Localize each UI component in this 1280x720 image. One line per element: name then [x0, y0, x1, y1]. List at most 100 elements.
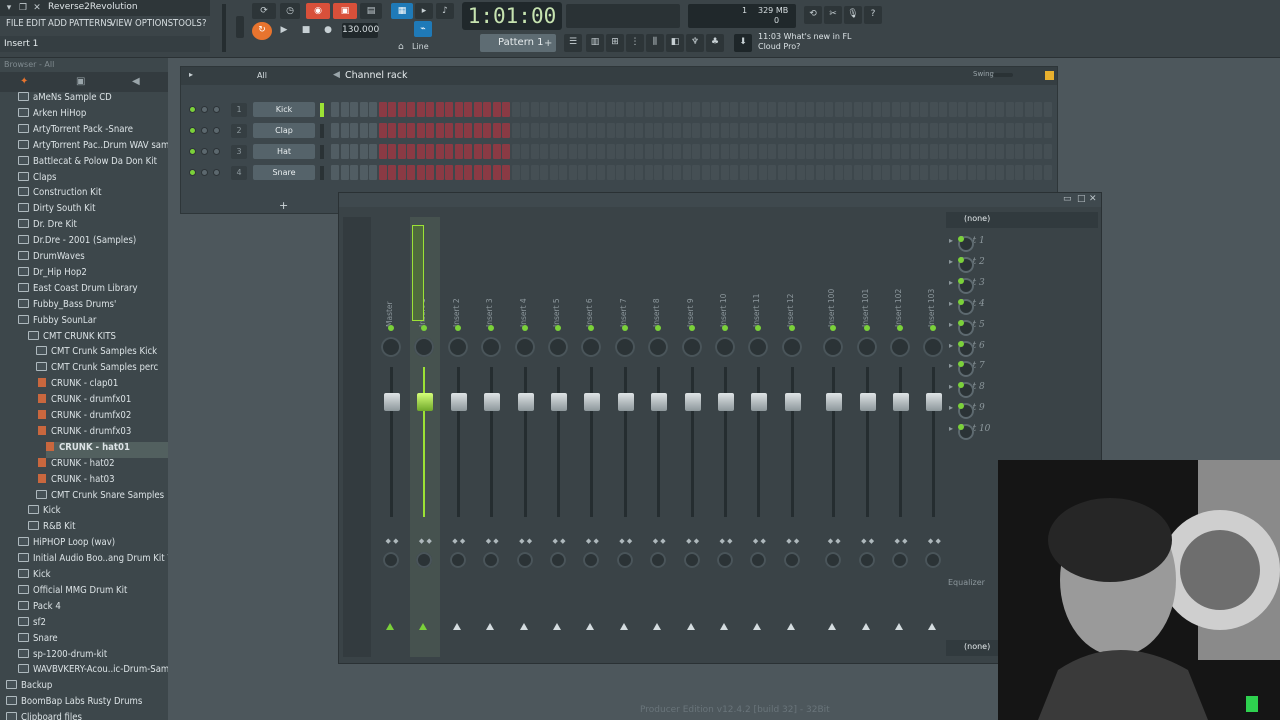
slot-enable-led[interactable]: [958, 256, 964, 263]
stop-button[interactable]: ■: [298, 22, 314, 40]
refresh-icon[interactable]: ⟲: [804, 6, 822, 24]
step-button[interactable]: [521, 165, 529, 180]
step-button[interactable]: [806, 102, 814, 117]
step-button[interactable]: [435, 144, 444, 159]
slot-arrow-icon[interactable]: ▸: [949, 278, 953, 287]
track-pan-knob[interactable]: [648, 337, 669, 357]
channel-mute-led[interactable]: [189, 106, 196, 113]
route-arrow-icon[interactable]: [828, 623, 837, 630]
channel-rack-icon[interactable]: ⋮: [626, 34, 644, 52]
step-button[interactable]: [378, 144, 387, 159]
route-arrow-icon[interactable]: [519, 623, 528, 630]
channel-volume-knob[interactable]: [213, 127, 220, 134]
track-enable-led[interactable]: [454, 325, 461, 331]
rack-menu-icon[interactable]: ▸: [189, 70, 193, 79]
track-enable-led[interactable]: [688, 325, 695, 331]
step-button[interactable]: [815, 165, 824, 180]
step-button[interactable]: [863, 165, 871, 180]
step-button[interactable]: [834, 123, 843, 138]
step-button[interactable]: [910, 102, 919, 117]
step-button[interactable]: [1043, 102, 1052, 117]
step-button[interactable]: [388, 102, 396, 117]
slot-enable-led[interactable]: [958, 319, 964, 326]
step-button[interactable]: [359, 144, 368, 159]
close-icon[interactable]: ✕: [32, 3, 42, 13]
track-enable-led[interactable]: [788, 325, 795, 331]
step-button[interactable]: [825, 165, 833, 180]
tempo-tap-icon[interactable]: ▸: [415, 3, 433, 19]
step-button[interactable]: [1015, 144, 1023, 159]
step-button[interactable]: [530, 123, 539, 138]
step-button[interactable]: [986, 165, 995, 180]
step-button[interactable]: [397, 165, 406, 180]
master-pitch-slider[interactable]: [236, 16, 244, 38]
step-button[interactable]: [654, 123, 662, 138]
menu-edit[interactable]: EDIT: [26, 18, 46, 29]
stereo-separation-knob[interactable]: [925, 552, 942, 568]
microphone-icon[interactable]: 🎙: [844, 6, 862, 24]
channel-volume-knob[interactable]: [213, 106, 220, 113]
route-arrow-icon[interactable]: [553, 623, 561, 630]
step-button[interactable]: [597, 123, 605, 138]
step-button[interactable]: [929, 102, 938, 117]
menu-help[interactable]: ?: [202, 18, 207, 29]
browser-file-item[interactable]: CRUNK - hat01: [46, 441, 168, 458]
step-button[interactable]: [426, 165, 434, 180]
mixer-track-strip[interactable]: Insert 100 ◆ ◆: [819, 217, 849, 657]
track-pan-knob[interactable]: [381, 337, 401, 357]
step-button[interactable]: [445, 102, 453, 117]
step-button[interactable]: [739, 102, 748, 117]
step-button[interactable]: [483, 144, 491, 159]
step-button[interactable]: [559, 102, 567, 117]
browser-folder-item[interactable]: Dirty South Kit: [18, 203, 168, 219]
step-button[interactable]: [663, 123, 672, 138]
step-button[interactable]: [701, 165, 710, 180]
step-button[interactable]: [777, 165, 786, 180]
step-button[interactable]: [1024, 144, 1033, 159]
slot-arrow-icon[interactable]: ▸: [949, 424, 953, 433]
step-button[interactable]: [540, 102, 548, 117]
step-button[interactable]: [787, 102, 795, 117]
menu-file[interactable]: FILE: [6, 18, 24, 29]
step-button[interactable]: [454, 144, 463, 159]
browser-file-item[interactable]: CRUNK - clap01: [38, 378, 168, 394]
channel-pan-knob[interactable]: [201, 169, 208, 176]
step-button[interactable]: [920, 144, 928, 159]
step-button[interactable]: [331, 123, 339, 138]
step-button[interactable]: [749, 123, 757, 138]
plugin-database-icon[interactable]: ♆: [686, 34, 704, 52]
step-button[interactable]: [910, 123, 919, 138]
step-button[interactable]: [359, 123, 368, 138]
track-pan-knob[interactable]: [548, 337, 568, 357]
browser-folder-item[interactable]: ArtyTorrent Pac..Drum WAV samples: [18, 139, 168, 156]
step-button[interactable]: [701, 123, 710, 138]
browser-folder-item[interactable]: HiPHOP Loop (wav): [18, 537, 168, 553]
effect-slot[interactable]: ▸Slot 1: [946, 232, 1098, 252]
browser-folder-item[interactable]: Battlecat & Polow Da Don Kit: [18, 155, 168, 172]
step-button[interactable]: [711, 102, 719, 117]
mixer-track-strip[interactable]: Master ◆ ◆: [377, 217, 407, 657]
step-button[interactable]: [853, 102, 862, 117]
browser-folder-item[interactable]: aMeNs Sample CD: [18, 92, 168, 108]
slot-enable-led[interactable]: [958, 277, 964, 284]
channel-select-indicator[interactable]: [320, 145, 324, 159]
step-button[interactable]: [1043, 123, 1052, 138]
step-button[interactable]: [1005, 123, 1014, 138]
step-button[interactable]: [948, 123, 957, 138]
step-button[interactable]: [882, 123, 890, 138]
step-button[interactable]: [863, 102, 871, 117]
volume-fader[interactable]: [826, 393, 843, 411]
step-button[interactable]: [787, 123, 795, 138]
browser-collapse-icon[interactable]: ◀: [132, 76, 140, 87]
step-button[interactable]: [473, 102, 482, 117]
step-button[interactable]: [882, 144, 890, 159]
step-button[interactable]: [958, 144, 966, 159]
step-button[interactable]: [369, 165, 377, 180]
route-arrow-icon[interactable]: [686, 623, 695, 630]
step-button[interactable]: [682, 102, 691, 117]
track-pan-knob[interactable]: [823, 337, 844, 357]
stereo-sep-icon[interactable]: ◆ ◆: [714, 537, 738, 547]
mixer-maximize-icon[interactable]: □: [1077, 194, 1086, 204]
volume-fader[interactable]: [517, 393, 534, 411]
track-enable-led[interactable]: [621, 325, 628, 331]
